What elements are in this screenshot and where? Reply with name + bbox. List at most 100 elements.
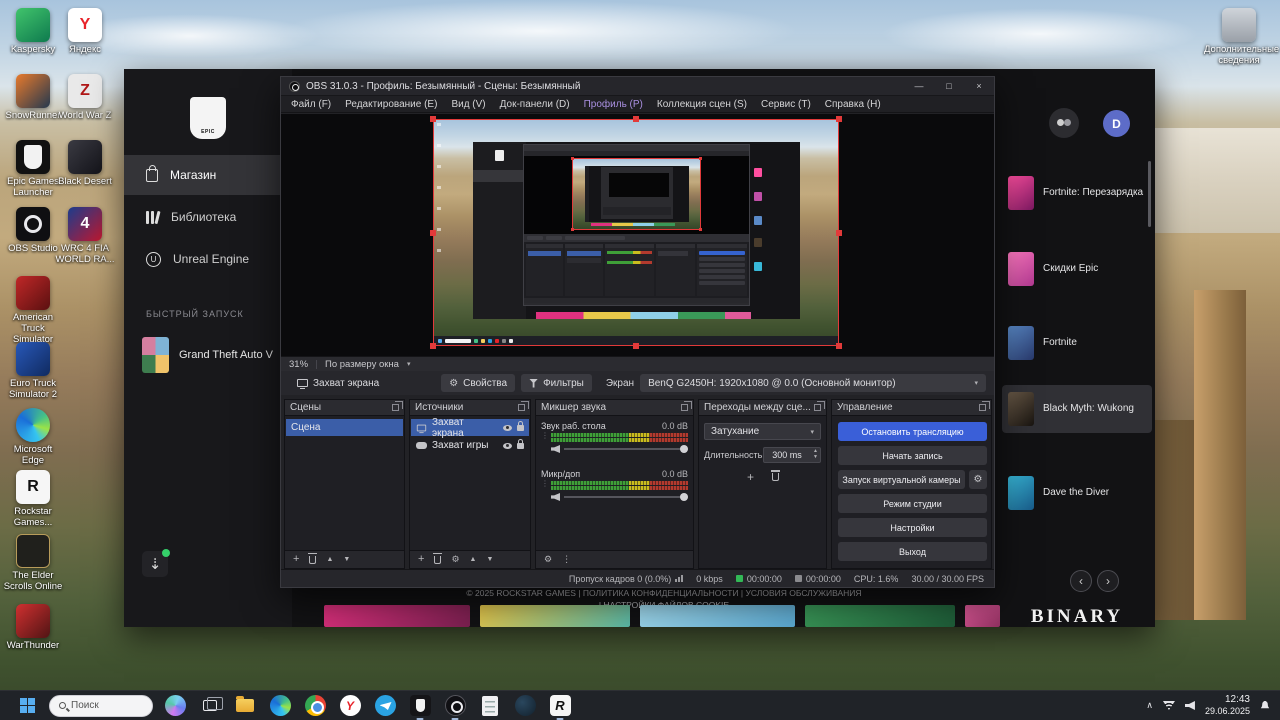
steam-button[interactable]: [512, 693, 538, 719]
desktop-icon-wrc4[interactable]: 4WRC 4 FIA WORLD RA...: [54, 207, 116, 266]
menu-file[interactable]: Файл (F): [284, 99, 338, 110]
downloads-button[interactable]: ⇣: [142, 551, 168, 577]
store-list-item-fortnite[interactable]: Fortnite: [1002, 319, 1152, 367]
transition-select[interactable]: Затухание▾: [704, 423, 821, 440]
notification-bell-icon[interactable]: [1260, 701, 1270, 711]
obs-titlebar[interactable]: OBS 31.0.3 - Профиль: Безымянный - Сцены…: [281, 77, 994, 96]
explorer-button[interactable]: [232, 693, 258, 719]
zoom-dropdown-arrow[interactable]: ▾: [407, 360, 411, 368]
capture-selection-region[interactable]: [433, 119, 839, 346]
obs-button[interactable]: [442, 693, 468, 719]
visibility-icon[interactable]: [503, 425, 512, 431]
tray-clock[interactable]: 12:4329.06.2025: [1205, 694, 1250, 718]
desktop-icon-info[interactable]: Дополнительные сведения: [1204, 8, 1274, 67]
search-input[interactable]: [71, 700, 135, 711]
desktop-icon-worldwarz[interactable]: ZWorld War Z: [54, 74, 116, 122]
start-recording-button[interactable]: Начать запись: [838, 446, 987, 465]
nav-unreal-engine[interactable]: UUnreal Engine: [124, 239, 292, 279]
user-avatar[interactable]: D: [1103, 110, 1130, 137]
store-list-item-epic-sales[interactable]: Скидки Epic: [1002, 245, 1152, 293]
menu-tools[interactable]: Сервис (T): [754, 99, 818, 110]
spinner-arrows[interactable]: ▲▼: [813, 449, 818, 461]
resize-handle[interactable]: [430, 230, 436, 236]
source-down-button[interactable]: ▼: [486, 556, 493, 563]
properties-button[interactable]: ⚙Свойства: [441, 374, 515, 392]
rockstar-launcher-button[interactable]: R: [547, 693, 573, 719]
fit-to-window-label[interactable]: По размеру окна: [325, 359, 399, 370]
chrome-button[interactable]: [302, 693, 328, 719]
source-up-button[interactable]: ▲: [470, 556, 477, 563]
add-scene-button[interactable]: +: [293, 554, 299, 565]
store-banner-4[interactable]: [805, 605, 955, 627]
visibility-icon[interactable]: [503, 443, 512, 449]
source-item-display-capture[interactable]: Захват экрана: [411, 419, 529, 436]
telegram-button[interactable]: [372, 693, 398, 719]
nav-store[interactable]: Магазин: [124, 155, 292, 195]
store-list-item-wukong[interactable]: Black Myth: Wukong: [1002, 385, 1152, 433]
task-view-button[interactable]: [197, 693, 223, 719]
filters-button[interactable]: Фильтры: [521, 374, 592, 392]
resize-handle[interactable]: [836, 343, 842, 349]
resize-handle[interactable]: [430, 343, 436, 349]
menu-help[interactable]: Справка (H): [818, 99, 888, 110]
add-transition-button[interactable]: +: [747, 470, 754, 484]
screen-select[interactable]: BenQ G2450H: 1920x1080 @ 0.0 (Основной м…: [640, 374, 986, 392]
studio-mode-button[interactable]: Режим студии: [838, 494, 987, 513]
binary-banner[interactable]: BINARY: [1002, 606, 1152, 628]
store-banner-1[interactable]: [324, 605, 470, 627]
quick-launch-gta5[interactable]: Grand Theft Auto V: [124, 331, 292, 379]
taskbar-search[interactable]: [49, 695, 153, 717]
speaker-icon[interactable]: [551, 445, 560, 453]
stop-streaming-button[interactable]: Остановить трансляцию: [838, 422, 987, 441]
desktop-icon-warthunder[interactable]: WarThunder: [2, 604, 64, 652]
close-button[interactable]: ×: [964, 77, 994, 95]
zoom-level[interactable]: 31%: [289, 359, 308, 370]
remove-source-button[interactable]: [434, 556, 441, 564]
hidden-icons-chevron[interactable]: ∧: [1146, 700, 1153, 711]
source-item-game-capture[interactable]: Захват игры: [411, 437, 529, 454]
store-list-item-fortnite-reload[interactable]: Fortnite: Перезарядка: [1002, 169, 1152, 217]
yandex-browser-button[interactable]: Y: [337, 693, 363, 719]
mixer-more-button[interactable]: ⋮: [562, 555, 571, 564]
menu-scene-collection[interactable]: Коллекция сцен (S): [650, 99, 754, 110]
mixer-header[interactable]: Микшер звука: [536, 400, 693, 416]
scene-up-button[interactable]: ▲: [326, 556, 333, 563]
lock-icon[interactable]: [517, 425, 524, 431]
resize-handle[interactable]: [633, 343, 639, 349]
volume-icon[interactable]: [1185, 701, 1195, 710]
resize-handle[interactable]: [836, 230, 842, 236]
scene-down-button[interactable]: ▼: [343, 556, 350, 563]
volume-slider[interactable]: [564, 496, 688, 498]
resize-handle[interactable]: [836, 116, 842, 122]
document-app-button[interactable]: [477, 693, 503, 719]
desktop-icon-ets2[interactable]: Euro Truck Simulator 2: [2, 342, 64, 401]
settings-button[interactable]: Настройки: [838, 518, 987, 537]
add-source-button[interactable]: +: [418, 554, 424, 565]
duration-spinner[interactable]: 300 ms▲▼: [763, 447, 821, 463]
sources-header[interactable]: Источники: [410, 400, 530, 416]
source-properties-button[interactable]: ⚙: [451, 555, 459, 564]
obs-preview-area[interactable]: [281, 114, 994, 356]
menu-profile[interactable]: Профиль (P): [577, 99, 650, 110]
desktop-icon-rockstar[interactable]: RRockstar Games...: [2, 470, 64, 529]
selected-source-chip[interactable]: Захват экрана: [289, 374, 387, 392]
scrollbar[interactable]: [1148, 161, 1151, 227]
start-button[interactable]: [14, 693, 40, 719]
resize-handle[interactable]: [633, 116, 639, 122]
desktop-icon-black-desert[interactable]: Black Desert: [54, 140, 116, 188]
remove-scene-button[interactable]: [309, 556, 316, 564]
slider-knob[interactable]: [680, 445, 688, 453]
exit-button[interactable]: Выход: [838, 542, 987, 561]
scene-item[interactable]: Сцена: [286, 419, 403, 436]
volume-slider[interactable]: [564, 448, 688, 450]
minimize-button[interactable]: —: [904, 77, 934, 95]
scenes-header[interactable]: Сцены: [285, 400, 404, 416]
desktop-icon-ats[interactable]: American Truck Simulator: [2, 276, 64, 346]
store-banner-2[interactable]: [480, 605, 630, 627]
maximize-button[interactable]: □: [934, 77, 964, 95]
carousel-prev-button[interactable]: ‹: [1070, 570, 1092, 592]
controls-header[interactable]: Управление: [832, 400, 991, 416]
network-icon[interactable]: [1163, 701, 1175, 710]
virtual-camera-button[interactable]: Запуск виртуальной камеры: [838, 470, 965, 489]
slider-knob[interactable]: [680, 493, 688, 501]
